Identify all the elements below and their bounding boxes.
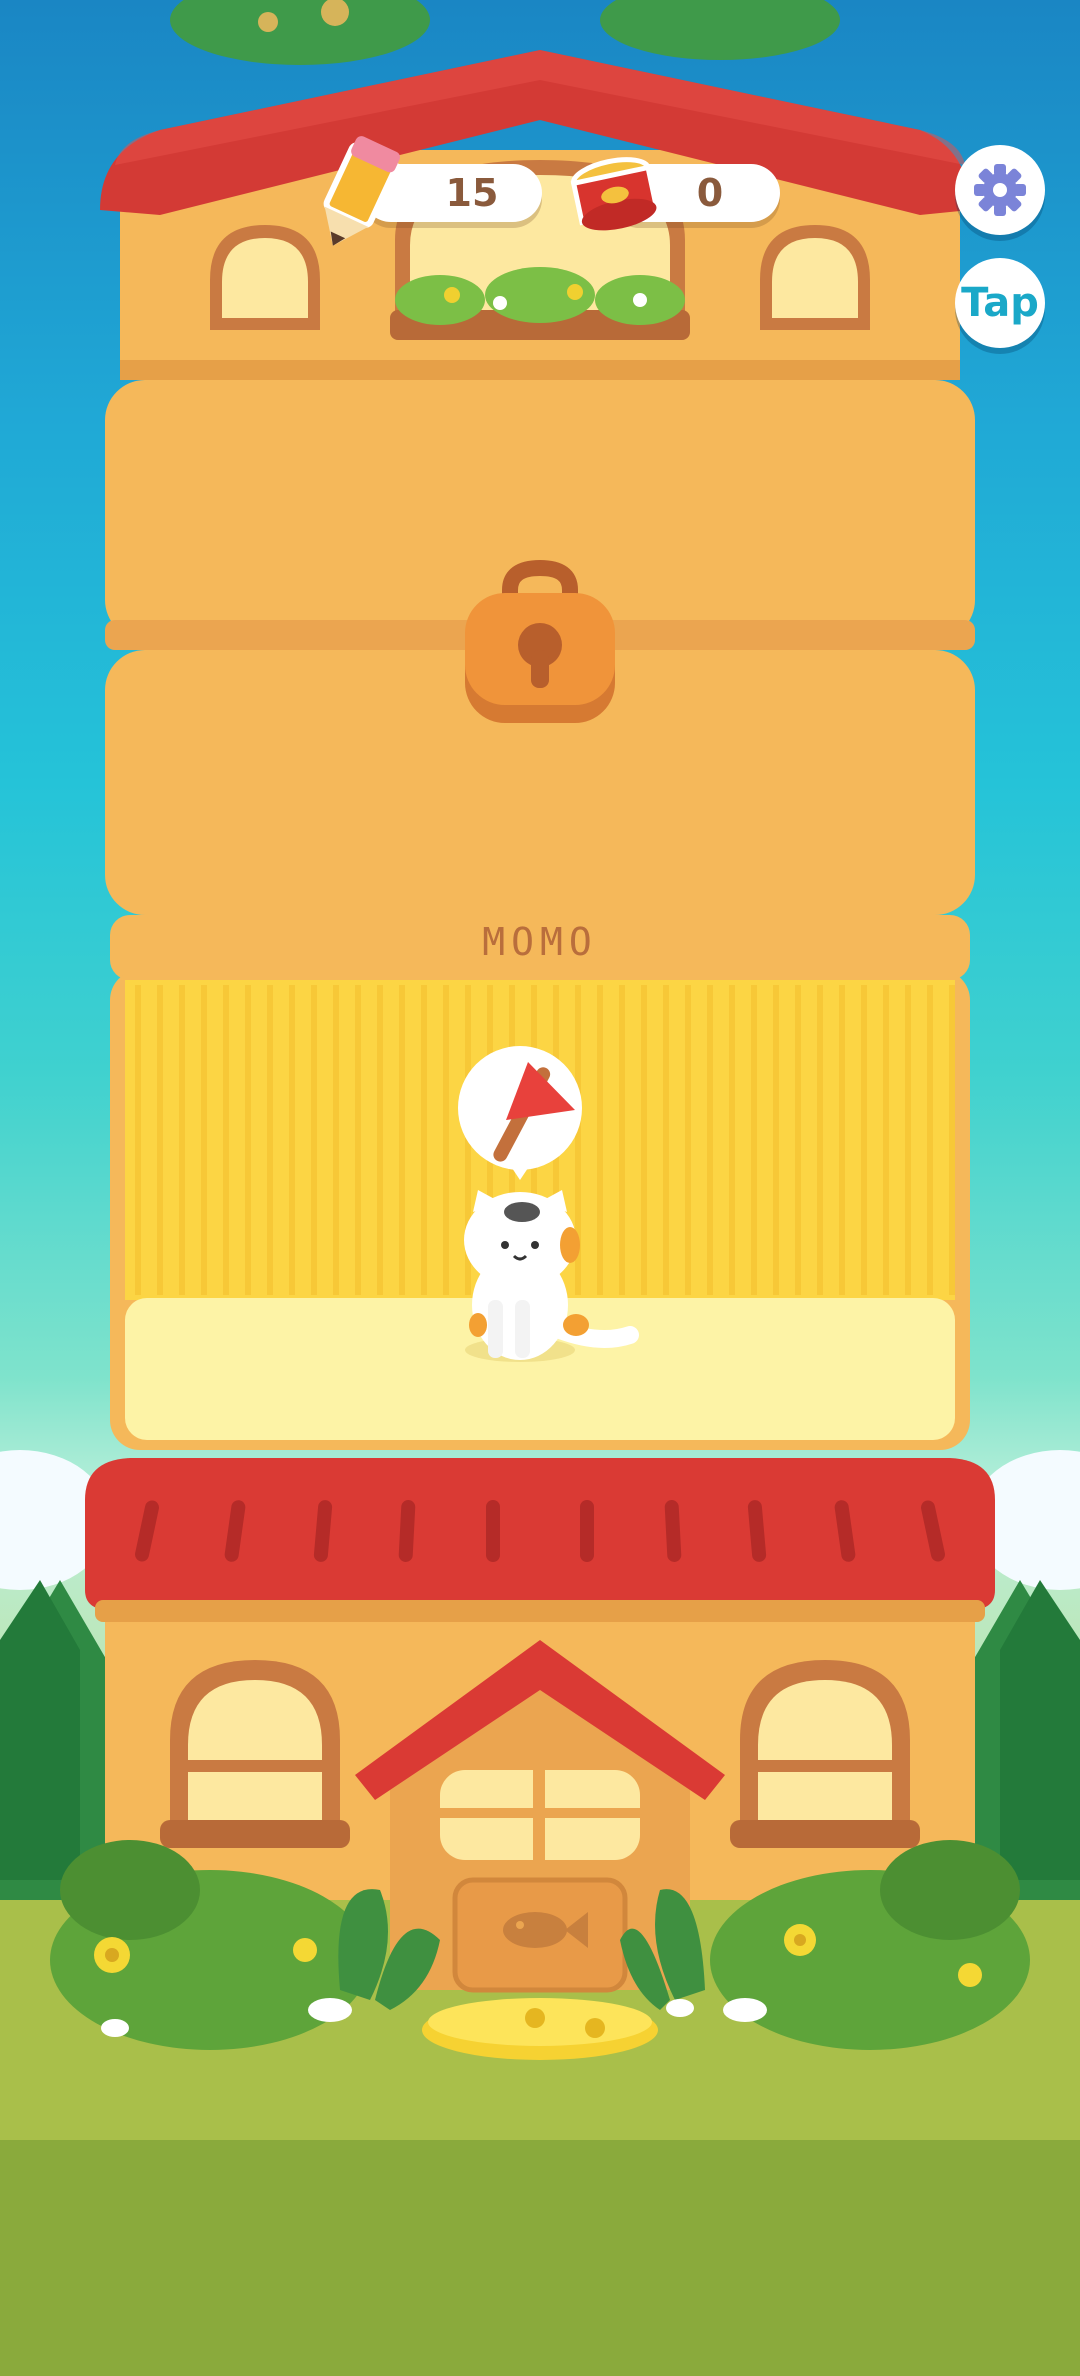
- locked-floor-slot[interactable]: [105, 380, 975, 915]
- gear-icon: [974, 164, 1026, 216]
- tap-label: Tap: [961, 280, 1039, 326]
- room-name-label: MOMO: [482, 920, 598, 964]
- pencil-counter[interactable]: 15: [362, 164, 542, 222]
- fish-can-counter[interactable]: 0: [610, 164, 780, 222]
- pencil-count: 15: [445, 171, 499, 215]
- tap-button[interactable]: Tap: [955, 258, 1045, 348]
- shop-entrance-door[interactable]: [455, 1880, 625, 1990]
- settings-button[interactable]: [955, 145, 1045, 235]
- cat-room-momo[interactable]: [110, 970, 970, 1450]
- attic-floor: [100, 50, 970, 380]
- fish-can-count: 0: [696, 171, 724, 215]
